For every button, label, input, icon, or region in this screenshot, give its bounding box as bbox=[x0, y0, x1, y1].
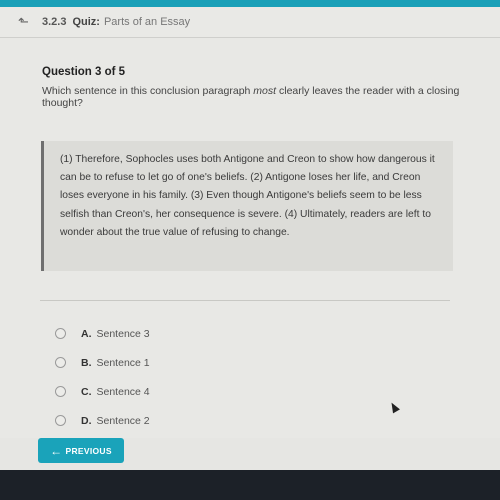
option-d[interactable]: D. Sentence 2 bbox=[55, 406, 150, 435]
arrow-left-icon: ← bbox=[50, 443, 63, 458]
screen-bezel bbox=[0, 470, 500, 500]
passage-block: (1) Therefore, Sophocles uses both Antig… bbox=[41, 141, 453, 271]
radio-button[interactable] bbox=[55, 328, 66, 339]
option-a[interactable]: A. Sentence 3 bbox=[55, 319, 150, 348]
option-b[interactable]: B. Sentence 1 bbox=[55, 348, 150, 377]
divider bbox=[40, 300, 450, 301]
option-letter: A. bbox=[81, 327, 92, 340]
option-letter: D. bbox=[81, 414, 92, 427]
answer-options: A. Sentence 3 B. Sentence 1 C. Sentence … bbox=[55, 319, 150, 435]
prompt-emphasis: most bbox=[253, 85, 277, 97]
activity-type: Quiz: bbox=[72, 16, 100, 28]
option-text: Sentence 3 bbox=[96, 327, 150, 340]
previous-button[interactable]: ← PREVIOUS bbox=[38, 438, 124, 463]
activity-title: Parts of an Essay bbox=[103, 16, 191, 28]
previous-label: PREVIOUS bbox=[65, 445, 112, 456]
back-arrow-icon[interactable]: ⬑ bbox=[18, 15, 32, 29]
option-c[interactable]: C. Sentence 4 bbox=[55, 377, 150, 406]
option-text: Sentence 4 bbox=[96, 385, 150, 398]
radio-button[interactable] bbox=[55, 386, 66, 397]
radio-button[interactable] bbox=[55, 415, 66, 426]
option-letter: B. bbox=[81, 356, 92, 369]
prompt-text-start: Which sentence in this conclusion paragr… bbox=[42, 85, 254, 97]
option-text: Sentence 1 bbox=[96, 356, 150, 369]
option-text: Sentence 2 bbox=[96, 414, 150, 427]
footer-strip bbox=[0, 463, 500, 470]
question-counter: Question 3 of 5 bbox=[42, 66, 126, 78]
lesson-number: 3.2.3 bbox=[42, 16, 67, 28]
question-prompt: Which sentence in this conclusion paragr… bbox=[42, 85, 462, 109]
top-accent-bar bbox=[0, 0, 500, 7]
radio-button[interactable] bbox=[55, 357, 66, 368]
option-letter: C. bbox=[81, 385, 92, 398]
quiz-header: ⬑ 3.2.3 Quiz: Parts of an Essay bbox=[0, 7, 500, 38]
